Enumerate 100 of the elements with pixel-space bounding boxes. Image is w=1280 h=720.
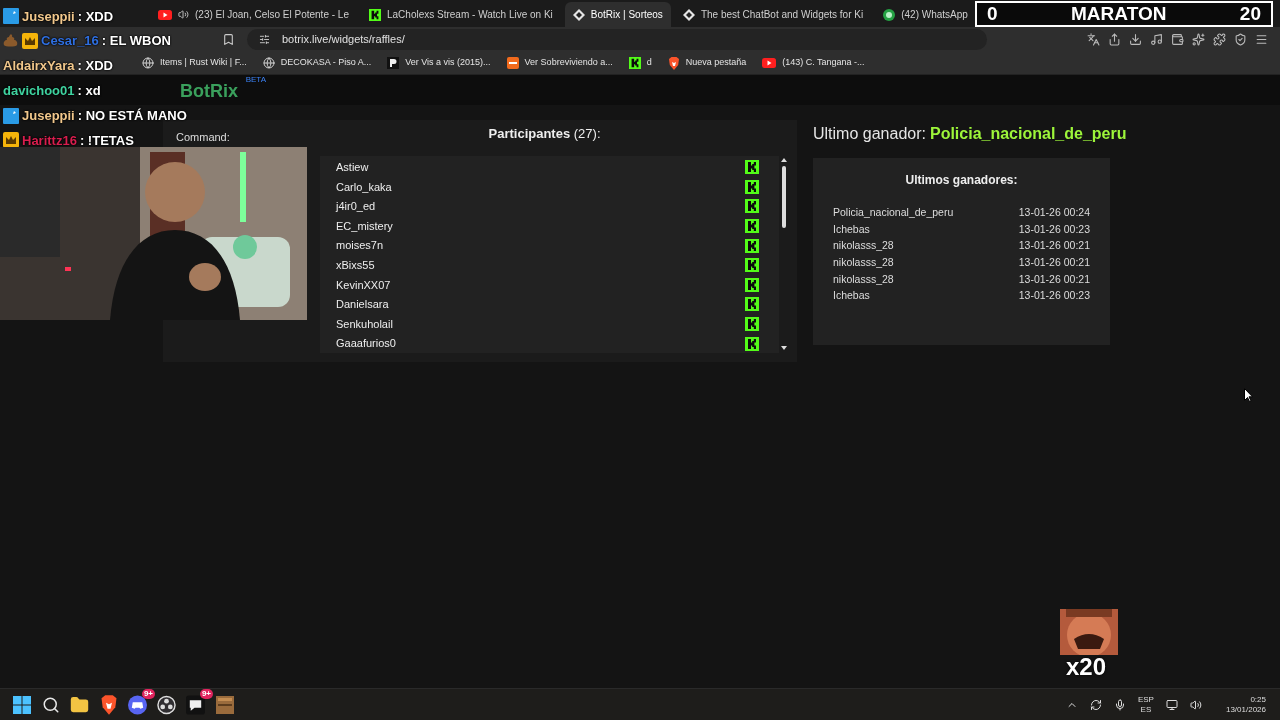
chat-username: Juseppii [22,7,75,26]
crate-icon[interactable] [215,695,234,714]
chat-message: : XDD [77,57,113,76]
participant-name: j4ir0_ed [336,199,376,215]
cursor-icon [1244,388,1253,402]
folder-icon[interactable] [70,694,89,715]
bookmark-logo-icon [506,57,519,69]
participant-name: Astiew [336,160,369,176]
tab-title: The best ChatBot and Widgets for Ki [700,8,864,22]
browser-tab[interactable]: The best ChatBot and Widgets for Ki [674,2,872,27]
play-icon [158,9,172,20]
kick-icon [745,317,759,332]
tab-title: BotRix | Sorteos [590,8,663,22]
chat-bubble-icon[interactable] [186,694,205,715]
kick-icon [745,258,759,273]
participant-name: Carlo_kaka [336,179,392,195]
kick-icon [745,238,759,253]
last-winner-label: Ultimo ganador: [813,124,926,144]
bookmark-item[interactable]: (143) C. Tangana -... [762,56,865,70]
notification-badge: 9+ [141,688,155,699]
participant-name: xBixs55 [336,258,375,273]
language-indicator[interactable]: ESP ES [1137,694,1154,715]
participant-name: Gaaafurios0 [336,336,396,352]
bookmark-item[interactable]: Ver Sobreviviendo a... [506,56,613,70]
sync-icon[interactable] [1089,698,1102,711]
translate-icon[interactable] [1087,33,1100,46]
windows-icon[interactable] [12,695,31,714]
tab-title: (23) El Joan, Celso El Potente - Le [195,8,349,22]
speaker-icon[interactable] [1189,698,1202,711]
winner-name: nikolasss_28 [833,238,894,254]
wallet-icon[interactable] [1171,33,1184,46]
site-settings-icon[interactable] [259,34,270,45]
chat-username: Juseppii [22,106,75,125]
kick-icon [745,160,759,175]
globe-icon [142,57,154,69]
lion-shield-icon[interactable] [99,694,118,715]
record-icon[interactable] [157,694,176,715]
puzzle-icon[interactable] [1213,33,1226,46]
counter-title: MARATON [1071,1,1167,26]
browser-tab[interactable]: (42) WhatsApp [875,2,976,27]
bookmark-item[interactable]: d [628,56,652,70]
diamond-icon [572,8,585,21]
bookmark-icon[interactable] [222,33,235,46]
chat-message: : xd [77,82,101,101]
counter-left: 0 [987,1,998,26]
lion-shield-icon [667,56,680,70]
participant-name: moises7n [336,238,384,254]
winner-name: Ichebas [833,288,870,304]
winner-date: 13-01-26 00:21 [1018,271,1090,287]
mic-icon[interactable] [1113,698,1126,711]
browser-tab[interactable]: (23) El Joan, Celso El Potente - Le [150,2,357,27]
logo[interactable]: BotRix [180,81,238,101]
participant-name: EC_mistery [336,218,393,234]
chat-username: AldairxYara [3,57,75,76]
chat-message: : NO ESTÁ MANO [77,106,187,125]
kick-icon [745,297,759,312]
winner-name: nikolasss_28 [833,255,894,271]
chat-username: davichoo01 [3,82,75,101]
kick-icon [745,199,759,214]
speaker-icon[interactable] [178,9,189,20]
tab-title: (42) WhatsApp [901,8,968,22]
kick-icon [745,179,759,194]
winner-name: nikolasss_28 [833,271,894,287]
shield-icon[interactable] [1234,33,1247,46]
crown-badge-icon [3,132,19,149]
kick-icon [745,277,759,292]
participant-name: Senkuholail [336,316,393,332]
kick-icon [628,57,641,69]
sparkle-icon[interactable] [1192,33,1205,46]
monitor-icon[interactable] [1165,698,1178,711]
participants-title: Participantes (27): [488,125,601,143]
kick-icon [745,336,759,351]
beta-label: BETA [245,74,266,86]
winner-date: 13-01-26 00:21 [1018,238,1090,254]
winner-date: 13-01-26 00:23 [1018,288,1090,304]
music-icon[interactable] [1150,33,1163,46]
browser-tab[interactable]: BotRix | Sorteos [564,2,671,27]
search-icon[interactable] [41,695,60,714]
bookmark-item[interactable]: Nueva pestaña [667,56,747,70]
winner-name: Ichebas [833,221,870,237]
address-text: botrix.live/widgets/raffles/ [282,32,405,48]
notification-badge: 9+ [199,688,213,699]
winner-date: 13-01-26 00:23 [1018,221,1090,237]
bookmark-item[interactable]: Items | Rust Wiki | F... [142,56,247,70]
bookmark-item[interactable]: Ver Vis a vis (2015)... [387,56,491,70]
winner-date: 13-01-26 00:24 [1018,205,1090,220]
browser-tab[interactable]: LaCholexs Stream - Watch Live on Ki [361,2,561,27]
clock[interactable]: 0:25 13/01/2026 [1225,694,1266,715]
chat-message: : EL WBON [101,32,171,51]
share-icon[interactable] [1108,33,1121,46]
poop-icon [3,33,19,50]
download-icon[interactable] [1129,33,1142,46]
bookmark-item[interactable]: DECOKASA - Piso A... [262,56,372,70]
kick-icon [745,219,759,234]
counter-right: 20 [1239,1,1261,26]
crown-badge-icon [22,33,38,50]
play-icon [762,58,777,68]
last-winner-name: Policia_nacional_de_peru [929,124,1127,144]
menu-icon[interactable] [1255,33,1268,46]
address-field[interactable]: botrix.live/widgets/raffles/ [247,29,987,50]
